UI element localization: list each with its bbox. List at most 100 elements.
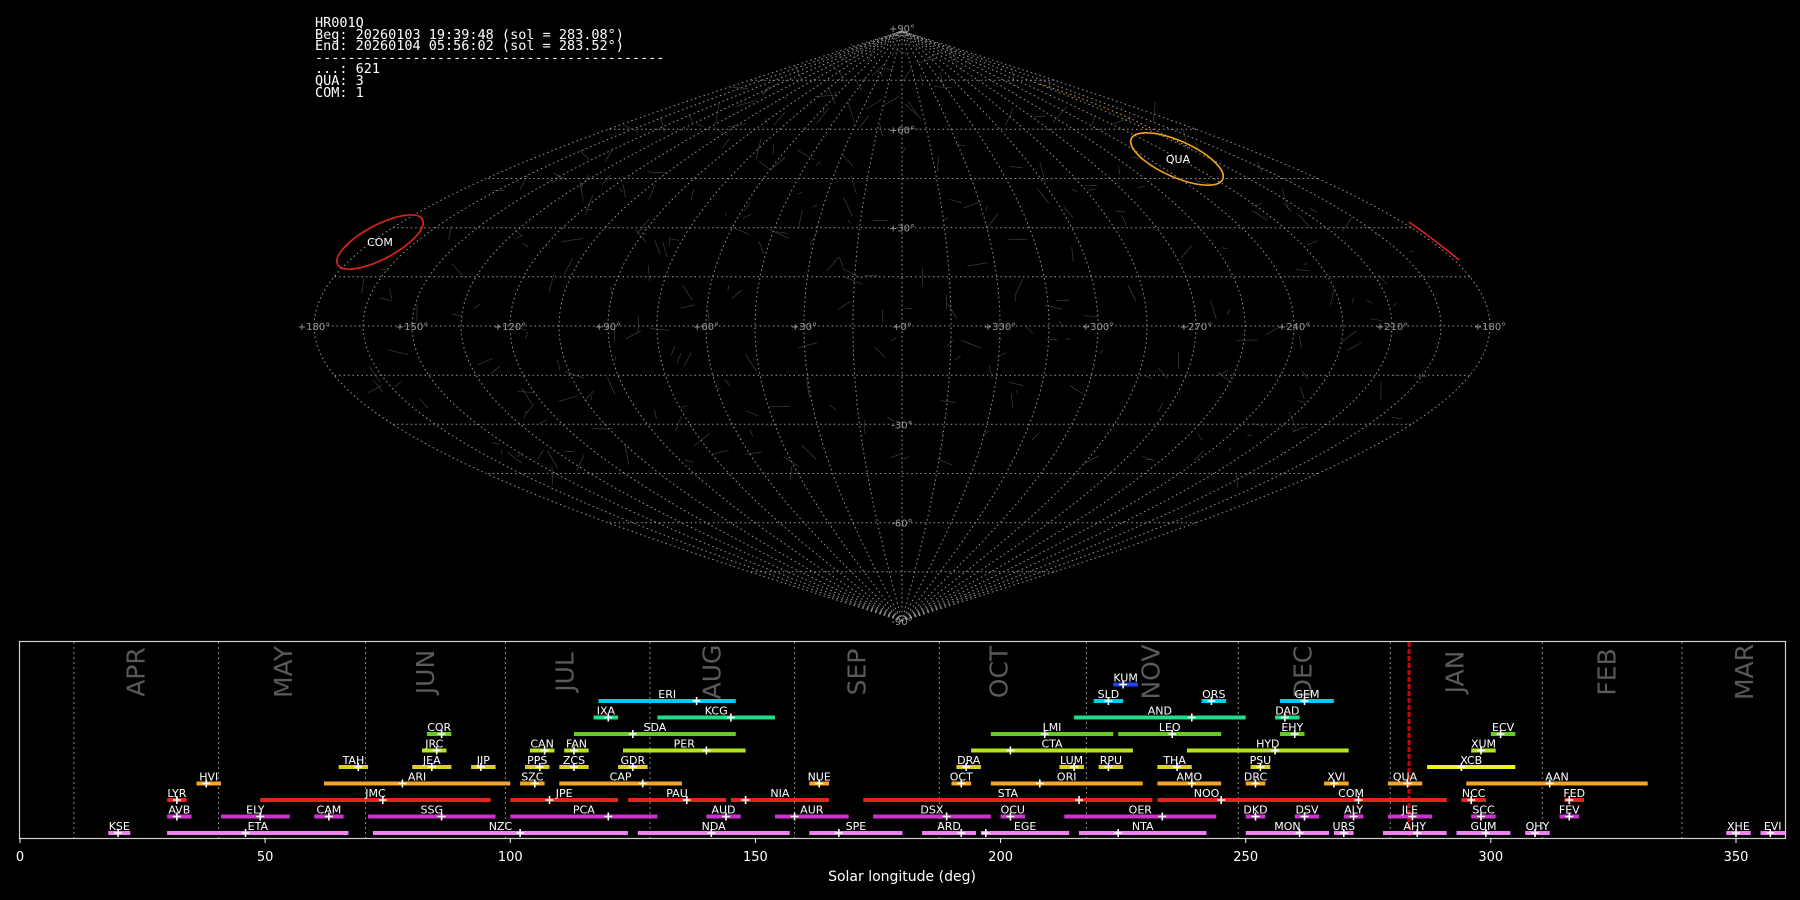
meteor-track [1340,330,1357,343]
meridian-line [362,30,903,622]
meteor-track [784,93,789,100]
meteor-track [513,228,522,236]
latitude-tick-label: -90° [891,617,912,628]
meteor-track [389,288,393,300]
meteor-track [1009,166,1023,168]
meteor-track [1088,188,1096,191]
shower-label-xvi: XVI [1327,771,1345,784]
x-tick-label: 350 [1724,850,1749,865]
meteor-track [1247,434,1253,436]
shower-label-xum: XUM [1471,738,1496,751]
shower-label-nta: NTA [1132,820,1154,833]
meteor-track [619,188,624,193]
shower-label-kse: KSE [109,820,130,833]
meteor-track [891,51,895,57]
shower-label-lmi: LMI [1043,721,1062,734]
x-tick-label: 50 [257,850,274,865]
meteor-track [522,243,529,248]
meteor-track [854,79,863,92]
longitude-tick-label: +240° [1278,322,1310,333]
meteor-track [583,390,595,402]
com-radiant-wrap-arc [1408,221,1460,261]
meteor-track [660,117,665,133]
meteor-track [770,157,786,170]
meteor-track [761,82,779,95]
meteor-track [745,353,757,372]
meteor-track [847,219,851,224]
shower-label-ncc: NCC [1462,787,1486,800]
meteor-track [490,366,500,374]
meteor-track [1300,386,1305,399]
meteor-track [662,241,668,257]
meteor-track [874,347,887,359]
shower-label-drc: DRC [1244,771,1268,784]
meteor-track [1157,367,1169,379]
shower-label-psu: PSU [1250,754,1272,767]
meteor-track [625,330,642,340]
shower-label-dsv: DSV [1296,804,1319,817]
radiant-label-com: COM [367,236,393,249]
meteor-track [561,238,583,243]
meteor-track [871,62,886,77]
shower-label-can: CAN [530,738,553,751]
meteor-track [580,174,590,189]
shower-label-sld: SLD [1098,688,1120,701]
meteor-track [683,351,692,368]
latitude-tick-label: -30° [891,420,912,431]
shower-label-ori: ORI [1057,771,1077,784]
shower-label-mon: MON [1274,820,1300,833]
meteor-track [829,404,836,411]
meteor-track [1251,210,1267,221]
meteor-track [1366,299,1373,304]
meteor-track [635,229,647,243]
meteor-track [729,86,748,89]
latitude-tick-label: +90° [889,24,915,35]
meteor-track [798,209,803,228]
shower-label-ard: ARD [937,820,961,833]
meteor-track [1414,375,1428,378]
longitude-tick-label: +0° [892,322,912,333]
meteor-track [1118,165,1120,175]
meteor-track [551,464,553,486]
meteor-track [1228,447,1232,452]
month-label: SEP [842,649,871,696]
meteor-track [769,229,790,239]
shower-label-eta: ETA [248,820,269,833]
meteor-track [982,430,990,435]
shower-label-zcs: ZCS [563,754,585,767]
longitude-tick-labels: +180° +150° +120° +90° +60° +30° +0° +330° +300°… [298,322,1506,333]
meteor-track [394,381,402,388]
shower-label-xcb: XCB [1460,754,1482,767]
shower-label-ohy: OHY [1526,820,1550,833]
meteor-track [895,49,907,55]
longitude-tick-label: +300° [1082,322,1114,333]
meteor-track [1016,390,1018,395]
meteor-track [552,172,567,181]
meteor-track [1014,296,1017,302]
meteor-track [1210,300,1217,320]
meteor-track [1297,213,1311,229]
x-tick-label: 300 [1478,850,1503,865]
meteor-track [724,212,727,217]
meteor-track [367,385,382,394]
x-tick-label: 0 [16,850,24,865]
shower-label-ely: ELY [246,804,265,817]
shower-label-ecv: ECV [1492,721,1515,734]
meteor-track [1024,325,1034,334]
meteor-track [1111,117,1131,125]
meteor-track [902,146,907,153]
meteor-track [1419,381,1424,384]
shower-label-qua: QUA [1393,771,1418,784]
meteor-track [715,102,720,124]
meteor-track [841,153,853,167]
shower-label-nda: NDA [702,820,727,833]
shower-label-xhe: XHE [1727,820,1750,833]
meteor-track [797,342,818,349]
shower-label-aud: AUD [711,804,735,817]
meteor-track [670,238,680,241]
meteor-track [526,403,535,414]
meteor-track [746,410,759,417]
meteor-track [576,454,585,471]
meteor-track [1281,188,1289,210]
meteor-track [988,365,993,379]
